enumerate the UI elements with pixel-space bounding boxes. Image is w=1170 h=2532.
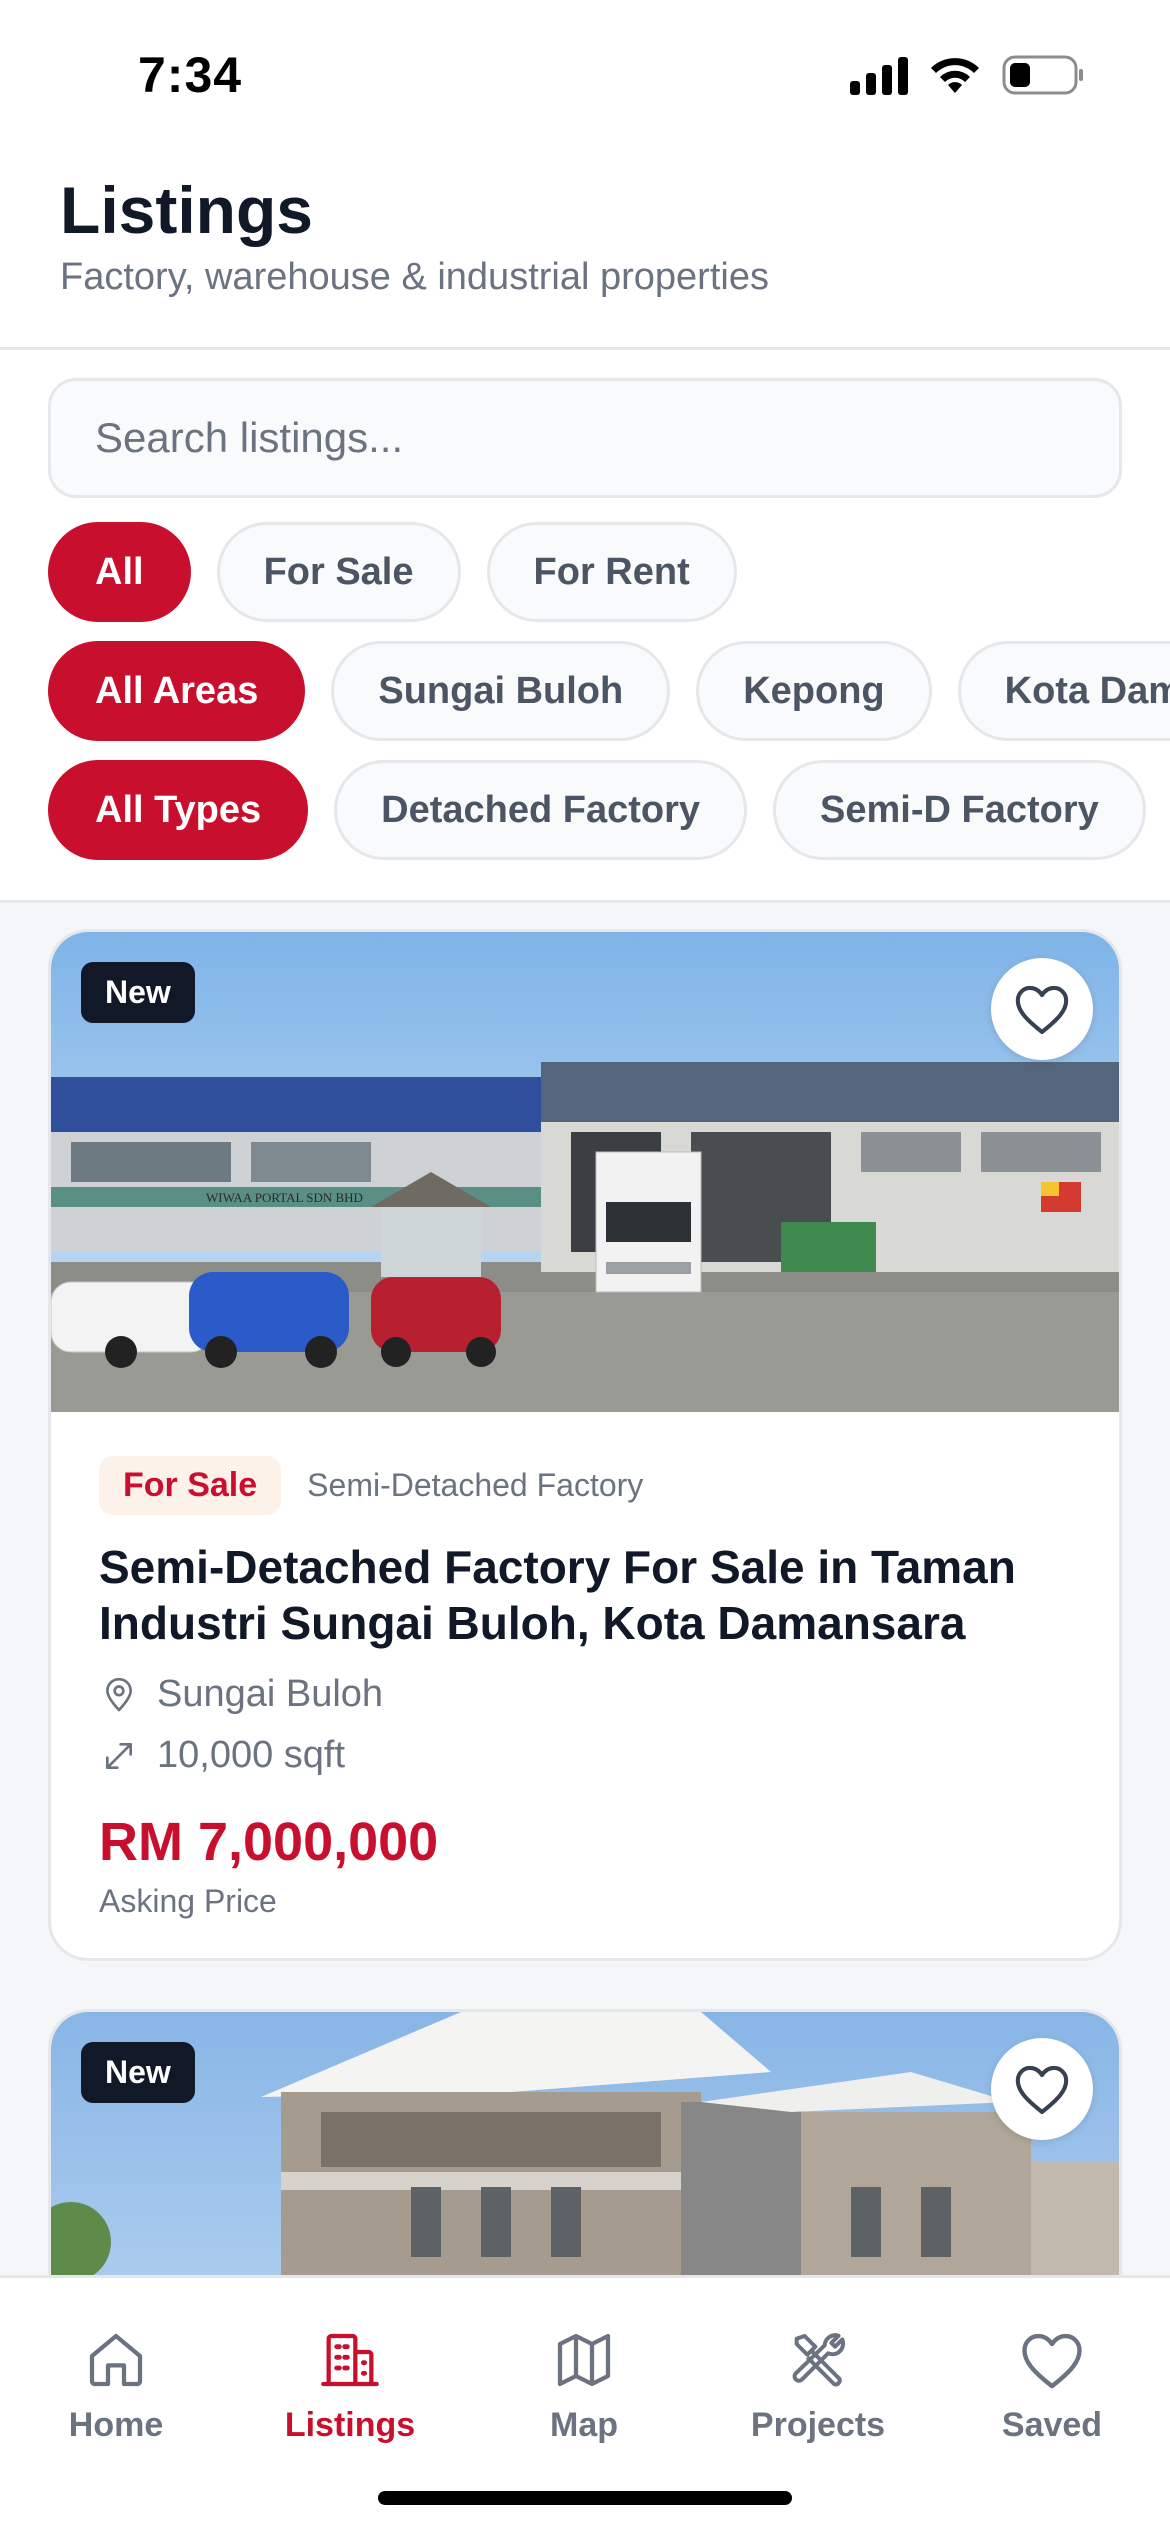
tab-saved[interactable]: Saved	[952, 2328, 1152, 2445]
listing-location: Sungai Buloh	[99, 1673, 1071, 1716]
chip-for-sale[interactable]: For Sale	[216, 522, 461, 622]
chip-for-rent[interactable]: For Rent	[486, 522, 737, 622]
tab-label: Map	[550, 2406, 618, 2444]
chip-kota-damansara[interactable]: Kota Damansara	[957, 641, 1170, 741]
chip-semi-d-factory[interactable]: Semi-D Factory	[773, 760, 1146, 860]
filter-chips: All For Sale For Rent All Areas Sungai B…	[0, 510, 1170, 900]
favorite-button[interactable]	[991, 2038, 1093, 2140]
tab-listings[interactable]: Listings	[250, 2328, 450, 2445]
status-bar: 7:34	[0, 0, 1170, 150]
chip-sungai-buloh[interactable]: Sungai Buloh	[331, 641, 671, 741]
listing-price: RM 7,000,000	[99, 1812, 439, 1873]
listing-card[interactable]: WIWAA PORTAL SDN BHD New For Sale Semi-D…	[48, 929, 1122, 1961]
building-photo	[51, 2012, 1119, 2275]
heart-icon	[1022, 2333, 1082, 2389]
favorite-button[interactable]	[991, 958, 1093, 1060]
location-text: Sungai Buloh	[157, 1673, 384, 1716]
home-indicator[interactable]	[378, 2491, 792, 2505]
status-icons	[850, 54, 1086, 96]
tools-icon	[792, 2333, 846, 2387]
tab-label: Projects	[750, 2406, 886, 2444]
chip-detached-factory[interactable]: Detached Factory	[334, 760, 748, 860]
heart-outline-icon	[1015, 985, 1069, 1035]
map-icon	[557, 2333, 611, 2387]
home-icon	[89, 2333, 143, 2387]
page-title: Listings	[60, 173, 314, 247]
listing-photo[interactable]: WIWAA PORTAL SDN BHD New	[51, 932, 1119, 1412]
listing-card-body: For Sale Semi-Detached Factory Semi-Deta…	[51, 1412, 1119, 1958]
status-badge: For Sale	[99, 1456, 282, 1515]
listing-card[interactable]: New	[48, 2009, 1122, 2275]
property-type-filter-row: All Types Detached Factory Semi-D Factor…	[48, 760, 1146, 860]
listing-photo[interactable]: New	[51, 2012, 1119, 2275]
chip-all-types[interactable]: All Types	[48, 760, 309, 860]
battery-icon	[1002, 55, 1083, 95]
cellular-signal-icon	[850, 55, 908, 95]
tab-label: Saved	[1001, 2406, 1103, 2444]
property-type: Semi-Detached Factory	[307, 1467, 644, 1503]
listings-feed[interactable]: WIWAA PORTAL SDN BHD New For Sale Semi-D…	[0, 903, 1170, 2275]
listing-title[interactable]: Semi-Detached Factory For Sale in Taman …	[99, 1539, 1071, 1651]
tab-projects[interactable]: Projects	[718, 2328, 918, 2445]
search-box[interactable]	[48, 378, 1122, 498]
status-time: 7:34	[138, 47, 243, 103]
wifi-icon	[931, 58, 979, 93]
factory-photo: WIWAA PORTAL SDN BHD	[51, 932, 1119, 1412]
tab-label: Listings	[284, 2406, 416, 2444]
map-pin-icon	[106, 1677, 132, 1712]
tab-home[interactable]: Home	[16, 2328, 216, 2445]
size-text: 10,000 sqft	[157, 1734, 346, 1777]
page-subtitle: Factory, warehouse & industrial properti…	[60, 256, 769, 298]
building-signage-text: WIWAA PORTAL SDN BHD	[206, 1190, 363, 1205]
area-filter-row: All Areas Sungai Buloh Kepong Kota Daman…	[48, 641, 1170, 741]
chip-all[interactable]: All	[48, 522, 191, 622]
new-badge: New	[81, 962, 195, 1023]
building-icon	[321, 2333, 379, 2387]
search-input[interactable]	[95, 414, 1119, 462]
listing-type-filter-row: All For Sale For Rent	[48, 522, 737, 622]
price-label: Asking Price	[99, 1883, 277, 1920]
new-badge: New	[81, 2042, 195, 2103]
tab-map[interactable]: Map	[484, 2328, 684, 2445]
tab-label: Home	[68, 2406, 164, 2444]
listing-size: 10,000 sqft	[99, 1734, 1071, 1777]
chip-kepong[interactable]: Kepong	[696, 641, 932, 741]
listing-meta: For Sale Semi-Detached Factory	[99, 1456, 1071, 1515]
chip-all-areas[interactable]: All Areas	[48, 641, 306, 741]
heart-outline-icon	[1015, 2065, 1069, 2115]
resize-arrows-icon	[106, 1742, 132, 1769]
page-header: Listings Factory, warehouse & industrial…	[0, 150, 1170, 350]
